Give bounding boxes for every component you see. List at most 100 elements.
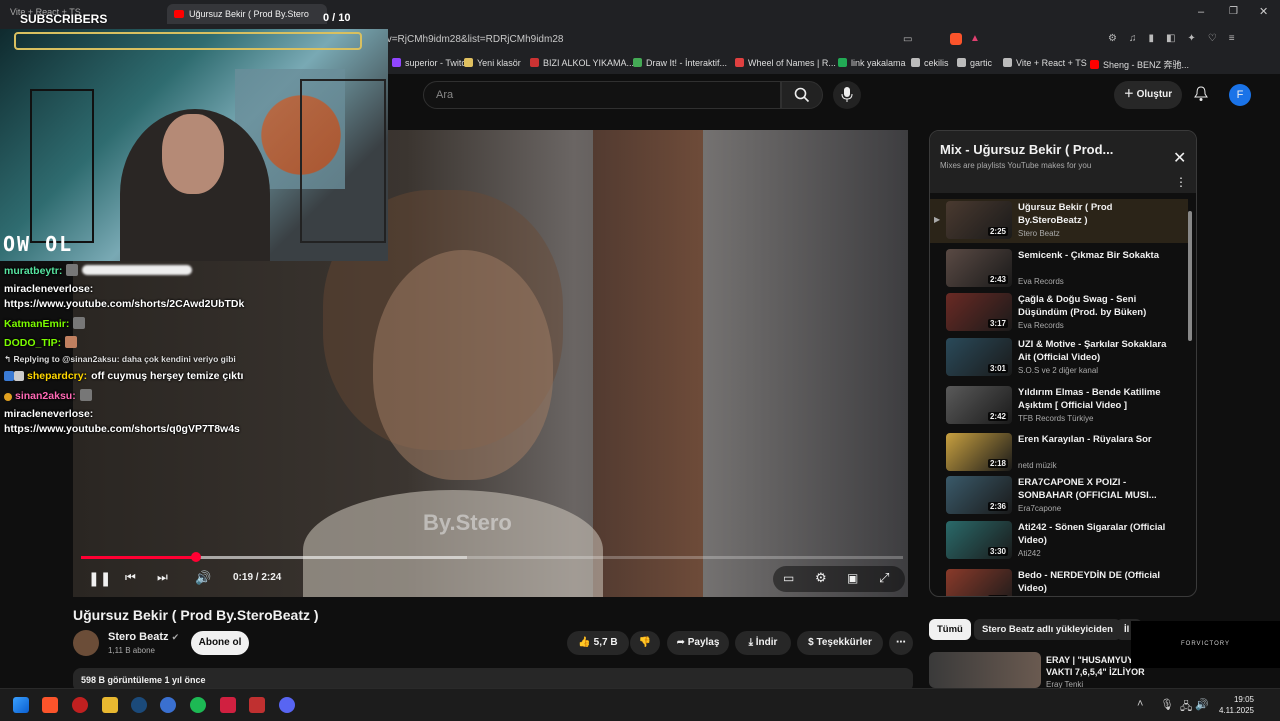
- mix-thumbnail[interactable]: 3:11: [946, 569, 1012, 596]
- mix-item-title[interactable]: Yıldırım Elmas - Bende Katilime Aşıktım …: [1018, 386, 1168, 412]
- search-button[interactable]: [781, 81, 823, 109]
- more-vert-icon[interactable]: ⋮: [1175, 175, 1187, 189]
- chat-message: miracleneverlose:: [4, 283, 94, 295]
- close-window-icon[interactable]: ✕: [1259, 5, 1268, 18]
- dislike-button[interactable]: 👎: [630, 631, 660, 655]
- mix-item-title[interactable]: Eren Karayılan - Rüyalara Sor: [1018, 433, 1168, 446]
- tray-overflow-icon[interactable]: ˄: [1137, 698, 1143, 710]
- mix-item[interactable]: ▶ 2:25 Uğursuz Bekir ( Prod By.SteroBeatz …: [930, 199, 1188, 243]
- mix-item-title[interactable]: Çağla & Doğu Swag - Seni Düşündüm (Prod.…: [1018, 293, 1168, 319]
- bookmark-item[interactable]: BIZI ALKOL YIKAMA...: [530, 58, 634, 68]
- chip-all[interactable]: Tümü: [929, 619, 971, 640]
- share-button[interactable]: ➦ Paylaş: [667, 631, 729, 655]
- volume-tray-icon[interactable]: 🔊: [1195, 698, 1209, 711]
- mix-item-title[interactable]: Semicenk - Çıkmaz Bir Sokakta: [1018, 249, 1168, 262]
- mix-item[interactable]: 2:36 ERA7CAPONE X POIZI - SONBAHAR (OFFIC…: [930, 474, 1188, 518]
- bookmark-item[interactable]: superior - Twitch: [392, 58, 471, 68]
- duration-badge: 2:43: [987, 275, 1008, 284]
- mix-item-title[interactable]: Ati242 - Sönen Sigaralar (Official Video…: [1018, 521, 1168, 547]
- chat-emote: [65, 336, 78, 348]
- mix-item-title[interactable]: Bedo - NERDEYDİN DE (Official Video): [1018, 569, 1168, 595]
- mix-item-title[interactable]: Uğursuz Bekir ( Prod By.SteroBeatz ): [1018, 201, 1168, 227]
- brave-rewards-icon[interactable]: ▲: [970, 33, 980, 44]
- bookmark-item[interactable]: Yeni klasör: [464, 58, 521, 68]
- progress-bar[interactable]: [81, 552, 903, 562]
- download-button[interactable]: ⤓ İndir: [735, 631, 791, 655]
- app-icon[interactable]: [249, 697, 265, 713]
- subscribe-button[interactable]: Abone ol: [191, 631, 249, 655]
- mix-item[interactable]: 3:17 Çağla & Doğu Swag - Seni Düşündüm (P…: [930, 291, 1188, 335]
- brave-shield-icon[interactable]: [950, 33, 962, 45]
- mix-scrollbar[interactable]: [1187, 201, 1193, 591]
- mix-item[interactable]: 2:18 Eren Karayılan - Rüyalara Sor netd mü…: [930, 431, 1188, 475]
- chip-from-uploader[interactable]: Stero Beatz adlı yükleyiciden: [974, 619, 1121, 640]
- windows-start-icon[interactable]: [13, 697, 29, 713]
- bookmark-item[interactable]: link yakalama: [838, 58, 906, 68]
- mic-icon: [841, 87, 853, 102]
- channel-avatar[interactable]: [73, 630, 99, 656]
- mix-thumbnail[interactable]: 2:25: [946, 201, 1012, 239]
- plus-icon: ＋: [1123, 89, 1137, 100]
- like-button[interactable]: 👍 5,7 B: [567, 631, 629, 655]
- mix-item[interactable]: 3:11 Bedo - NERDEYDİN DE (Official Video): [930, 567, 1188, 596]
- pause-button[interactable]: ❚❚: [88, 570, 111, 588]
- network-icon[interactable]: 🖧: [1180, 698, 1192, 717]
- search-input[interactable]: Ara: [423, 81, 781, 109]
- bookmark-item[interactable]: Wheel of Names | R...: [735, 58, 836, 68]
- brave-browser-icon[interactable]: [42, 697, 58, 713]
- thanks-button[interactable]: $ Teşekkürler: [797, 631, 883, 655]
- mix-item-title[interactable]: ERA7CAPONE X POIZI - SONBAHAR (OFFICIAL …: [1018, 476, 1168, 502]
- app-icon[interactable]: [220, 697, 236, 713]
- mix-item[interactable]: 3:30 Ati242 - Sönen Sigaralar (Official V…: [930, 519, 1188, 563]
- bookmark-item[interactable]: cekilis: [911, 58, 949, 68]
- tab-youtube-active[interactable]: Uğursuz Bekir ( Prod By.Stero: [167, 4, 327, 24]
- previous-button[interactable]: ⏮: [125, 570, 136, 588]
- bookmark-item[interactable]: Draw It! - İnteraktif...: [633, 58, 727, 68]
- mix-thumbnail[interactable]: 2:42: [946, 386, 1012, 424]
- mix-thumbnail[interactable]: 3:30: [946, 521, 1012, 559]
- fullscreen-icon[interactable]: ⤢: [879, 570, 889, 586]
- bookmark-item[interactable]: Vite + React + TS: [1003, 58, 1087, 68]
- next-button[interactable]: ⏭: [157, 570, 168, 588]
- app-icon[interactable]: [72, 697, 88, 713]
- subtitles-icon[interactable]: ▭: [783, 571, 794, 585]
- mix-item[interactable]: 2:43 Semicenk - Çıkmaz Bir Sokakta Eva Rec…: [930, 247, 1188, 291]
- bookmark-item[interactable]: gartic: [957, 58, 992, 68]
- more-actions-button[interactable]: ⋯: [889, 631, 913, 655]
- close-icon[interactable]: ✕: [1173, 148, 1186, 168]
- mix-thumbnail[interactable]: 3:17: [946, 293, 1012, 331]
- channel-name[interactable]: Stero Beatz ✔: [108, 631, 179, 643]
- mix-thumbnail[interactable]: 3:01: [946, 338, 1012, 376]
- discord-icon[interactable]: [279, 697, 295, 713]
- mix-thumbnail[interactable]: 2:43: [946, 249, 1012, 287]
- maximize-icon[interactable]: ❐: [1229, 6, 1238, 17]
- mix-item[interactable]: 2:42 Yıldırım Elmas - Bende Katilime Aşık…: [930, 384, 1188, 428]
- file-explorer-icon[interactable]: [102, 697, 118, 713]
- download-icon: ⤓: [748, 637, 756, 648]
- steam-icon[interactable]: [131, 697, 147, 713]
- clock[interactable]: 19:05 4.11.2025: [1210, 694, 1254, 716]
- miniplayer-icon[interactable]: ▣: [847, 571, 858, 585]
- mix-item-title[interactable]: UZI & Motive - Şarkılar Sokaklara Ait (O…: [1018, 338, 1168, 364]
- minimize-icon[interactable]: –: [1198, 6, 1204, 18]
- settings-gear-icon[interactable]: ⚙: [815, 570, 827, 586]
- scrubber-handle[interactable]: [191, 552, 202, 562]
- mix-thumbnail[interactable]: 2:36: [946, 476, 1012, 514]
- bookmark-item[interactable]: Sheng - BENZ 奔驰...: [1090, 58, 1189, 71]
- extensions-icons[interactable]: ⚙♫▮◧✦♡≡: [1108, 33, 1247, 44]
- mix-item[interactable]: 3:01 UZI & Motive - Şarkılar Sokaklara Ai…: [930, 336, 1188, 380]
- subscriber-goal-frame: [14, 32, 362, 50]
- mic-tray-icon[interactable]: 🎙: [1160, 698, 1174, 711]
- spotify-icon[interactable]: [190, 697, 206, 713]
- app-icon[interactable]: [160, 697, 176, 713]
- cast-icon[interactable]: ▭: [903, 34, 912, 45]
- volume-icon[interactable]: 🔊: [195, 570, 211, 588]
- notifications-bell-icon[interactable]: [1193, 86, 1209, 102]
- account-avatar[interactable]: F: [1229, 84, 1251, 106]
- mix-thumbnail[interactable]: 2:18: [946, 433, 1012, 471]
- related-thumbnail[interactable]: [929, 652, 1041, 688]
- chat-message: DODO_TIP:: [4, 336, 78, 349]
- voice-search-button[interactable]: [833, 81, 861, 109]
- create-button[interactable]: ＋ Oluştur: [1114, 81, 1182, 109]
- webcam-overlay: [0, 29, 388, 261]
